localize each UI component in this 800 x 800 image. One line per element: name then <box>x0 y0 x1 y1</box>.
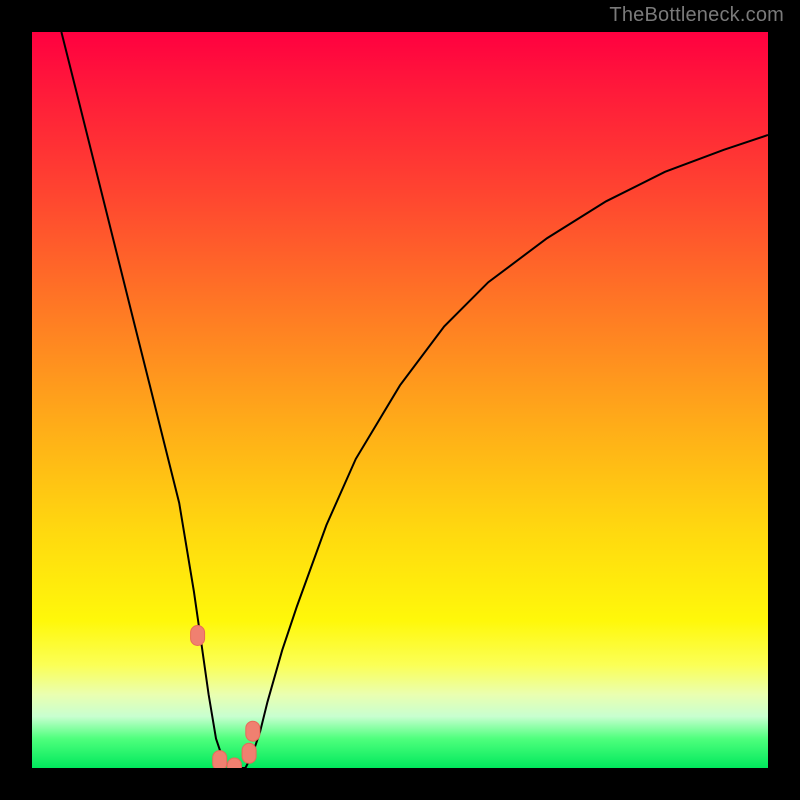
left-curve <box>61 32 238 768</box>
right-curve <box>238 135 768 768</box>
marker-point <box>213 751 227 768</box>
marker-point <box>242 743 256 763</box>
marker-point <box>191 626 205 646</box>
chart-frame: TheBottleneck.com <box>0 0 800 800</box>
marker-point <box>227 758 241 768</box>
watermark-text: TheBottleneck.com <box>609 4 784 27</box>
marker-point <box>246 721 260 741</box>
chart-svg <box>32 32 768 768</box>
plot-area <box>32 32 768 768</box>
